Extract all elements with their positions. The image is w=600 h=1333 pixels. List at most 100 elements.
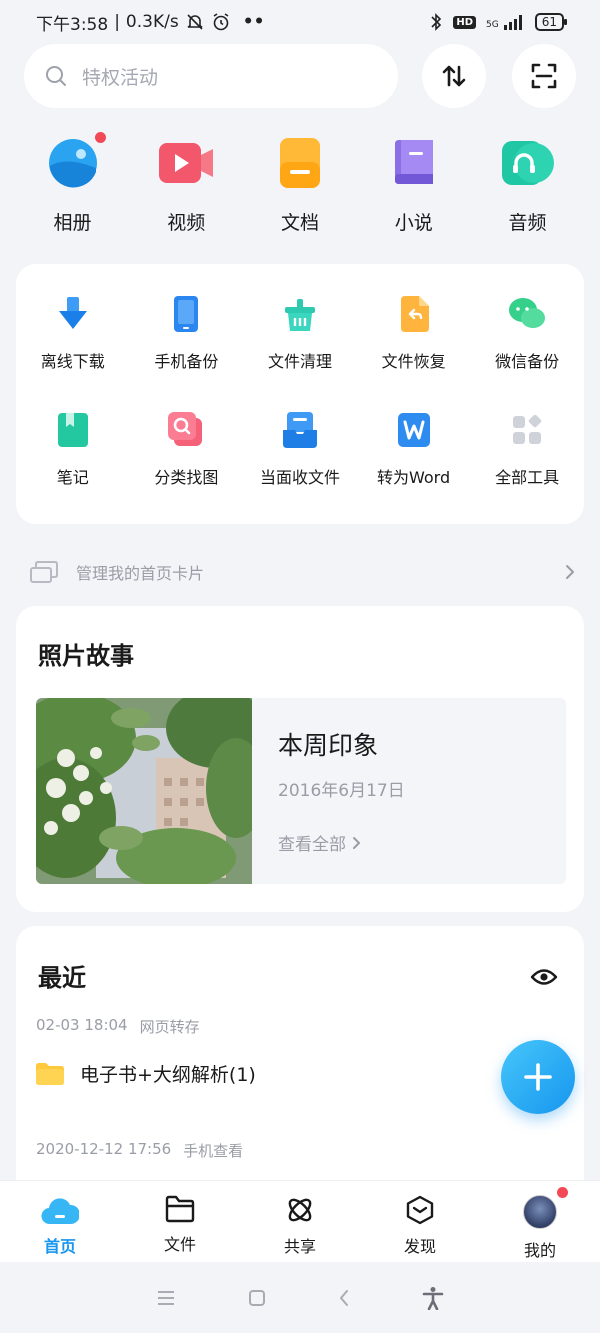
visibility-toggle[interactable]: [530, 966, 558, 992]
signal-group: 5G: [486, 14, 525, 30]
tool-offline-download[interactable]: 离线下载: [16, 294, 130, 372]
album-red-dot: [94, 132, 106, 143]
story-panel[interactable]: 本周印象 2016年6月17日 查看全部: [36, 698, 566, 884]
alarm-icon: [213, 13, 229, 31]
all-tools-icon: [507, 410, 547, 450]
category-novel[interactable]: 小说: [357, 136, 470, 235]
file-clean-icon: [280, 294, 320, 334]
audio-icon: [501, 136, 555, 190]
nav-label: 首页: [43, 1237, 76, 1256]
nav-profile[interactable]: 我的: [480, 1181, 600, 1262]
tool-label: 文件恢复: [381, 352, 446, 371]
menu-lines-icon[interactable]: [156, 1290, 176, 1306]
nav-discover[interactable]: 发现: [360, 1181, 480, 1262]
recent-time: 02-03 18:04: [36, 1016, 128, 1034]
tool-find-image[interactable]: 分类找图: [130, 410, 244, 488]
find-image-icon: [166, 410, 206, 450]
photo-story-title: 照片故事: [38, 642, 134, 670]
tool-receive-file[interactable]: 当面收文件: [243, 410, 357, 488]
share-orbit-icon: [288, 1198, 312, 1222]
cards-stack-icon: [30, 561, 58, 583]
transfer-arrows-icon: [442, 65, 466, 87]
recent-file-name: 电子书+大纲解析(1): [80, 1064, 256, 1086]
category-label: 相册: [53, 212, 92, 234]
chevron-right-icon: [566, 565, 574, 579]
nav-files[interactable]: 文件: [120, 1181, 240, 1262]
eye-icon: [530, 969, 558, 985]
search-icon: [46, 66, 66, 86]
category-label: 视频: [167, 212, 206, 234]
nav-label: 文件: [163, 1235, 196, 1254]
view-all-label: 查看全部: [278, 835, 346, 855]
category-audio[interactable]: 音频: [471, 136, 584, 235]
wechat-backup-icon: [507, 294, 547, 334]
tool-label: 笔记: [56, 468, 89, 487]
recent-file-item[interactable]: 电子书+大纲解析(1): [36, 1060, 256, 1087]
recent-source: 网页转存: [139, 1018, 200, 1036]
mute-bell-icon: [187, 14, 203, 30]
nav-label: 我的: [523, 1241, 556, 1260]
tool-phone-backup[interactable]: 手机备份: [130, 294, 244, 372]
nav-label: 发现: [403, 1237, 436, 1256]
status-divider: |: [114, 12, 120, 32]
tool-all-tools[interactable]: 全部工具: [470, 410, 584, 488]
convert-word-icon: [394, 410, 434, 450]
status-bar: 下午3:58 | 0.3K/s •• HD 5G 61: [0, 0, 600, 44]
offline-download-icon: [53, 294, 93, 334]
more-dots-icon: ••: [242, 12, 265, 32]
manage-cards-row[interactable]: 管理我的首页卡片: [30, 556, 576, 588]
tool-label: 文件清理: [267, 352, 332, 371]
search-row: 特权活动: [24, 44, 576, 108]
recent-time: 2020-12-12 17:56: [36, 1140, 172, 1158]
story-photo: [36, 698, 252, 884]
video-icon: [159, 136, 214, 190]
view-all-link[interactable]: 查看全部: [278, 830, 361, 855]
manage-cards-label: 管理我的首页卡片: [76, 564, 205, 583]
story-title: 本周印象: [278, 731, 379, 760]
tools-card: 离线下载 手机备份 文件清理 文件恢复 微信备份 笔记 分类找图 当面收文件 转…: [16, 264, 584, 524]
tool-wechat-backup[interactable]: 微信备份: [470, 294, 584, 372]
novel-icon: [387, 136, 441, 190]
search-input[interactable]: 特权活动: [24, 44, 398, 108]
nav-home[interactable]: 首页: [0, 1181, 120, 1262]
notes-icon: [53, 410, 93, 450]
category-row: 相册 视频 文档 小说 音频: [16, 132, 584, 235]
tool-file-clean[interactable]: 文件清理: [243, 294, 357, 372]
category-video[interactable]: 视频: [130, 136, 243, 235]
back-chevron-icon[interactable]: [338, 1289, 350, 1307]
home-square-icon[interactable]: [248, 1289, 266, 1307]
tools-grid: 离线下载 手机备份 文件清理 文件恢复 微信备份 笔记 分类找图 当面收文件 转…: [16, 294, 584, 488]
tool-label: 全部工具: [495, 468, 560, 487]
category-album[interactable]: 相册: [16, 132, 129, 235]
tool-label: 分类找图: [154, 468, 219, 487]
bluetooth-icon: [431, 13, 442, 31]
home-cloud-icon: [41, 1198, 79, 1225]
category-label: 小说: [394, 212, 433, 234]
tool-convert-word[interactable]: 转为Word: [357, 410, 471, 488]
recent-title: 最近: [38, 964, 86, 992]
scan-button[interactable]: [512, 44, 576, 108]
chevron-right-icon: [353, 836, 360, 849]
tool-file-recover[interactable]: 文件恢复: [357, 294, 471, 372]
category-label: 音频: [508, 212, 547, 234]
add-button[interactable]: [501, 1040, 575, 1114]
tool-notes[interactable]: 笔记: [16, 410, 130, 488]
tool-label: 微信备份: [495, 352, 560, 371]
battery-indicator: 61: [534, 13, 568, 31]
folder-icon: [36, 1062, 64, 1085]
tool-label: 离线下载: [40, 352, 105, 371]
transfer-button[interactable]: [422, 44, 486, 108]
accessibility-icon[interactable]: [422, 1286, 444, 1310]
album-icon: [46, 132, 106, 190]
profile-red-dot: [557, 1187, 568, 1198]
tool-label: 转为Word: [377, 468, 451, 487]
nav-share[interactable]: 共享: [240, 1181, 360, 1262]
category-document[interactable]: 文档: [244, 136, 357, 235]
search-placeholder: 特权活动: [82, 66, 159, 89]
file-recover-icon: [394, 294, 434, 334]
category-label: 文档: [280, 212, 319, 234]
plus-icon: [524, 1063, 552, 1091]
tool-label: 手机备份: [154, 352, 219, 371]
network-type: 5G: [486, 20, 499, 30]
status-time: 下午3:58: [36, 14, 109, 35]
